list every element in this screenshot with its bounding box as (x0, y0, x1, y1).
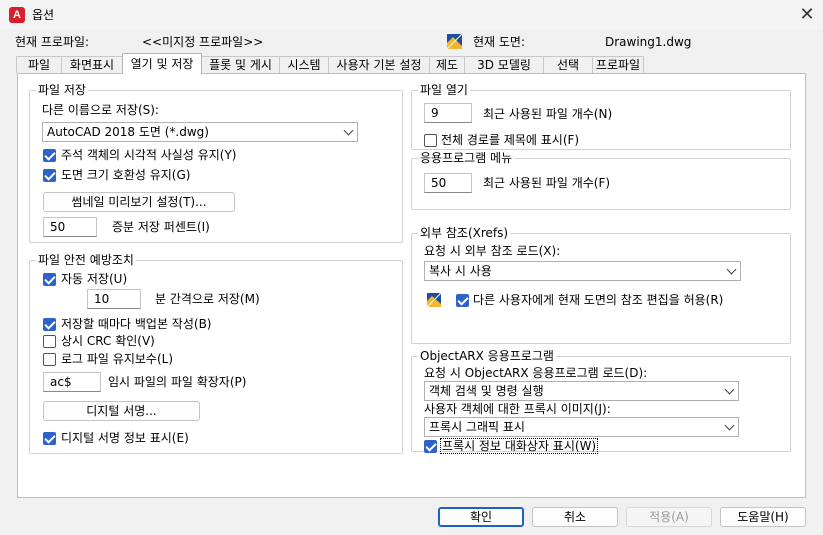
backup-copy-checkbox[interactable] (43, 318, 56, 331)
current-profile-value: <<미지정 프로파일>> (142, 35, 264, 49)
autosave-checkbox[interactable] (43, 273, 56, 286)
demand-load-xrefs-label: 요청 시 외부 참조 로드(X): (424, 244, 561, 258)
log-file-checkbox[interactable] (43, 353, 56, 366)
proxy-images-dropdown[interactable]: 프록시 그래픽 표시 (424, 417, 739, 437)
demand-load-xrefs-dropdown[interactable]: 복사 시 사용 (424, 261, 741, 281)
objectarx-group: ObjectARX 응용프로그램 요청 시 ObjectARX 응용프로그램 로… (411, 349, 791, 454)
tab-open-and-save[interactable]: 열기 및 저장 (122, 53, 202, 74)
help-button[interactable]: 도움말(H) (720, 507, 806, 527)
save-as-dropdown[interactable]: AutoCAD 2018 도면 (*.dwg) (42, 122, 358, 142)
demand-load-arx-label: 요청 시 ObjectARX 응용프로그램 로드(D): (424, 366, 648, 380)
autocad-app-icon: A (9, 7, 25, 23)
file-save-group: 파일 저장 다른 이름으로 저장(S): AutoCAD 2018 도면 (*.… (29, 83, 403, 243)
proxy-dialog-checkbox[interactable] (424, 440, 437, 453)
allow-xref-edit-checkbox[interactable] (456, 294, 469, 307)
drawing-file-icon (447, 34, 462, 49)
apply-button[interactable]: 적용(A) (626, 507, 712, 527)
close-icon[interactable]: ✕ (796, 4, 818, 26)
drawing-size-label: 도면 크기 호환성 유지(G) (61, 168, 191, 182)
full-path-label: 전체 경로를 제목에 표시(F) (441, 133, 580, 147)
menu-recent-files-label: 최근 사용된 파일 개수(F) (483, 176, 611, 190)
demand-load-arx-dropdown[interactable]: 객체 검색 및 명령 실행 (424, 381, 739, 401)
menu-recent-files-input[interactable]: 50 (424, 173, 472, 193)
chevron-down-icon (724, 384, 735, 395)
file-safety-legend: 파일 안전 예방조치 (36, 253, 136, 268)
file-open-group: 파일 열기 9 최근 사용된 파일 개수(N) 전체 경로를 제목에 표시(F) (411, 83, 791, 150)
chevron-down-icon (726, 264, 737, 275)
show-signature-label: 디지털 서명 정보 표시(E) (61, 431, 189, 445)
incremental-save-label: 증분 저장 퍼센트(I) (112, 220, 210, 234)
annotative-fidelity-label: 주석 객체의 시각적 사실성 유지(Y) (61, 148, 237, 162)
recent-files-input[interactable]: 9 (424, 103, 472, 123)
window-title: 옵션 (32, 8, 55, 22)
tab-3d-modeling[interactable]: 3D 모델링 (464, 56, 544, 73)
tab-profiles[interactable]: 프로파일 (592, 56, 644, 73)
proxy-dialog-label: 프록시 정보 대화상자 표시(W) (440, 438, 599, 454)
application-menu-group: 응용프로그램 메뉴 50 최근 사용된 파일 개수(F) (411, 151, 791, 210)
thumbnail-settings-button[interactable]: 썸네일 미리보기 설정(T)... (43, 192, 235, 212)
chevron-down-icon (343, 125, 354, 136)
tab-strip: 파일 화면표시 열기 및 저장 플롯 및 게시 시스템 사용자 기본 설정 제도… (16, 53, 816, 74)
drawing-size-checkbox[interactable] (43, 169, 56, 182)
backup-copy-label: 저장할 때마다 백업본 작성(B) (61, 317, 212, 331)
tab-system[interactable]: 시스템 (279, 56, 329, 73)
ok-button[interactable]: 확인 (438, 507, 524, 527)
tab-content-panel: 파일 저장 다른 이름으로 저장(S): AutoCAD 2018 도면 (*.… (17, 73, 806, 498)
crc-check-checkbox[interactable] (43, 335, 56, 348)
save-as-value: AutoCAD 2018 도면 (*.dwg) (47, 125, 209, 139)
tab-files[interactable]: 파일 (16, 56, 62, 73)
temp-extension-input[interactable]: ac$ (43, 372, 101, 392)
annotative-fidelity-checkbox[interactable] (43, 149, 56, 162)
autosave-interval-input[interactable]: 10 (87, 289, 141, 309)
tab-drafting[interactable]: 제도 (429, 56, 465, 73)
cancel-button[interactable]: 취소 (532, 507, 618, 527)
file-safety-group: 파일 안전 예방조치 자동 저장(U) 10 분 간격으로 저장(M) 저장할 … (29, 253, 403, 454)
crc-check-label: 상시 CRC 확인(V) (61, 334, 155, 348)
recent-files-label: 최근 사용된 파일 개수(N) (483, 107, 613, 121)
xrefs-group: 외부 참조(Xrefs) 요청 시 외부 참조 로드(X): 복사 시 사용 다… (411, 226, 791, 344)
log-file-label: 로그 파일 유지보수(L) (61, 352, 173, 366)
drawing-file-icon (427, 293, 441, 307)
full-path-checkbox[interactable] (424, 134, 437, 147)
objectarx-legend: ObjectARX 응용프로그램 (418, 349, 556, 364)
save-as-label: 다른 이름으로 저장(S): (42, 103, 159, 117)
demand-load-arx-value: 객체 검색 및 명령 실행 (429, 384, 544, 398)
current-drawing-value: Drawing1.dwg (605, 35, 692, 49)
tab-display[interactable]: 화면표시 (61, 56, 123, 73)
tab-user-preferences[interactable]: 사용자 기본 설정 (328, 56, 430, 73)
proxy-images-label: 사용자 객체에 대한 프록시 이미지(J): (424, 402, 611, 416)
current-profile-label: 현재 프로파일: (15, 35, 90, 49)
digital-signature-button[interactable]: 디지털 서명... (43, 401, 200, 421)
file-save-legend: 파일 저장 (36, 83, 88, 98)
chevron-down-icon (724, 420, 735, 431)
file-open-legend: 파일 열기 (418, 83, 470, 98)
demand-load-xrefs-value: 복사 시 사용 (429, 264, 492, 278)
incremental-save-input[interactable]: 50 (43, 217, 97, 237)
allow-xref-edit-label: 다른 사용자에게 현재 도면의 참조 편집을 허용(R) (473, 293, 724, 307)
show-signature-checkbox[interactable] (43, 432, 56, 445)
autosave-interval-label: 분 간격으로 저장(M) (155, 292, 260, 306)
proxy-images-value: 프록시 그래픽 표시 (429, 420, 525, 434)
autosave-label: 자동 저장(U) (61, 272, 128, 286)
xrefs-legend: 외부 참조(Xrefs) (418, 226, 511, 241)
title-bar (0, 0, 823, 30)
tab-plot-and-publish[interactable]: 플롯 및 게시 (201, 56, 280, 73)
tab-selection[interactable]: 선택 (543, 56, 593, 73)
temp-extension-label: 임시 파일의 파일 확장자(P) (108, 375, 247, 389)
application-menu-legend: 응용프로그램 메뉴 (418, 151, 515, 166)
current-drawing-label: 현재 도면: (473, 35, 526, 49)
